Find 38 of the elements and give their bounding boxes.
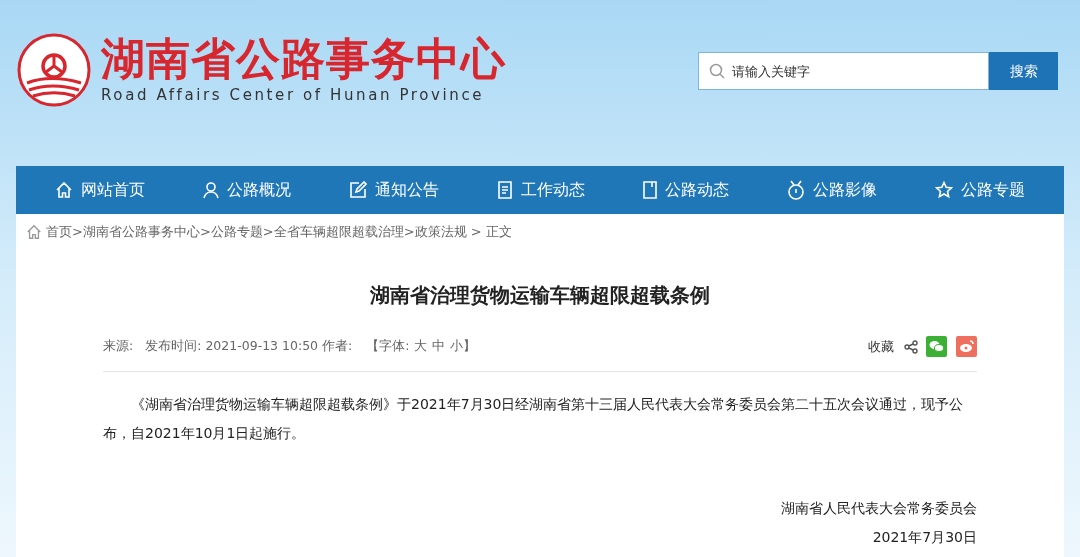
nav-link[interactable]: 通知公告 bbox=[349, 178, 439, 202]
signature-line: 2021年7月30日 bbox=[872, 528, 977, 547]
nav-link[interactable]: 公路概况 bbox=[203, 178, 291, 202]
nav-link[interactable]: 公路影像 bbox=[787, 178, 877, 202]
nav-link[interactable]: 网站首页 bbox=[55, 178, 145, 202]
font-size-link[interactable]: 中 bbox=[432, 337, 446, 356]
font-size-link[interactable]: 大 bbox=[414, 337, 428, 356]
search-icon bbox=[709, 63, 725, 79]
author-label: 作者: bbox=[322, 337, 353, 356]
share-icon[interactable] bbox=[904, 339, 918, 354]
nav-link[interactable]: 公路动态 bbox=[643, 178, 729, 202]
page-icon bbox=[643, 181, 657, 199]
font-size-link[interactable]: 小 bbox=[450, 337, 464, 356]
star-icon bbox=[935, 181, 953, 199]
search-button[interactable]: 搜索 bbox=[989, 52, 1058, 90]
publish-time: 发布时间: 2021-09-13 10:50 bbox=[145, 337, 319, 356]
article-paragraph: 《湖南省治理货物运输车辆超限超载条例》于2021年7月30日经湖南省第十三届人民代表大会常务委员会第二十五次会议通过，现予公布，自2021年10月1日起施行。 bbox=[103, 395, 965, 443]
source-label: 来源: bbox=[103, 337, 134, 356]
nav-link[interactable]: 公路专题 bbox=[935, 178, 1025, 202]
document-icon bbox=[497, 181, 513, 199]
article-title: 湖南省治理货物运输车辆超限超载条例 bbox=[369, 282, 711, 309]
font-size-bracket: 】 bbox=[463, 337, 477, 356]
nav-link[interactable]: 工作动态 bbox=[497, 178, 585, 202]
user-icon bbox=[203, 181, 219, 199]
wechat-icon[interactable] bbox=[926, 336, 947, 357]
home-icon bbox=[26, 224, 42, 240]
site-subtitle: Road Affairs Center of Hunan Province bbox=[101, 85, 486, 105]
search-field[interactable]: 请输入关键字 bbox=[698, 52, 989, 90]
logo-icon bbox=[17, 33, 91, 107]
site-title: 湖南省公路事务中心 bbox=[101, 33, 506, 85]
edit-icon bbox=[349, 181, 367, 199]
font-size-label: 【字体: bbox=[366, 337, 410, 356]
breadcrumb: 首页>湖南省公路事务中心>公路专题>全省车辆超限超载治理>政策法规 > 正文 bbox=[46, 223, 512, 242]
favorite-link[interactable]: 收藏 bbox=[868, 336, 894, 357]
home-icon bbox=[55, 181, 73, 199]
weibo-icon[interactable] bbox=[956, 336, 977, 357]
signature-line: 湖南省人民代表大会常务委员会 bbox=[781, 499, 977, 518]
timer-icon bbox=[787, 180, 805, 200]
